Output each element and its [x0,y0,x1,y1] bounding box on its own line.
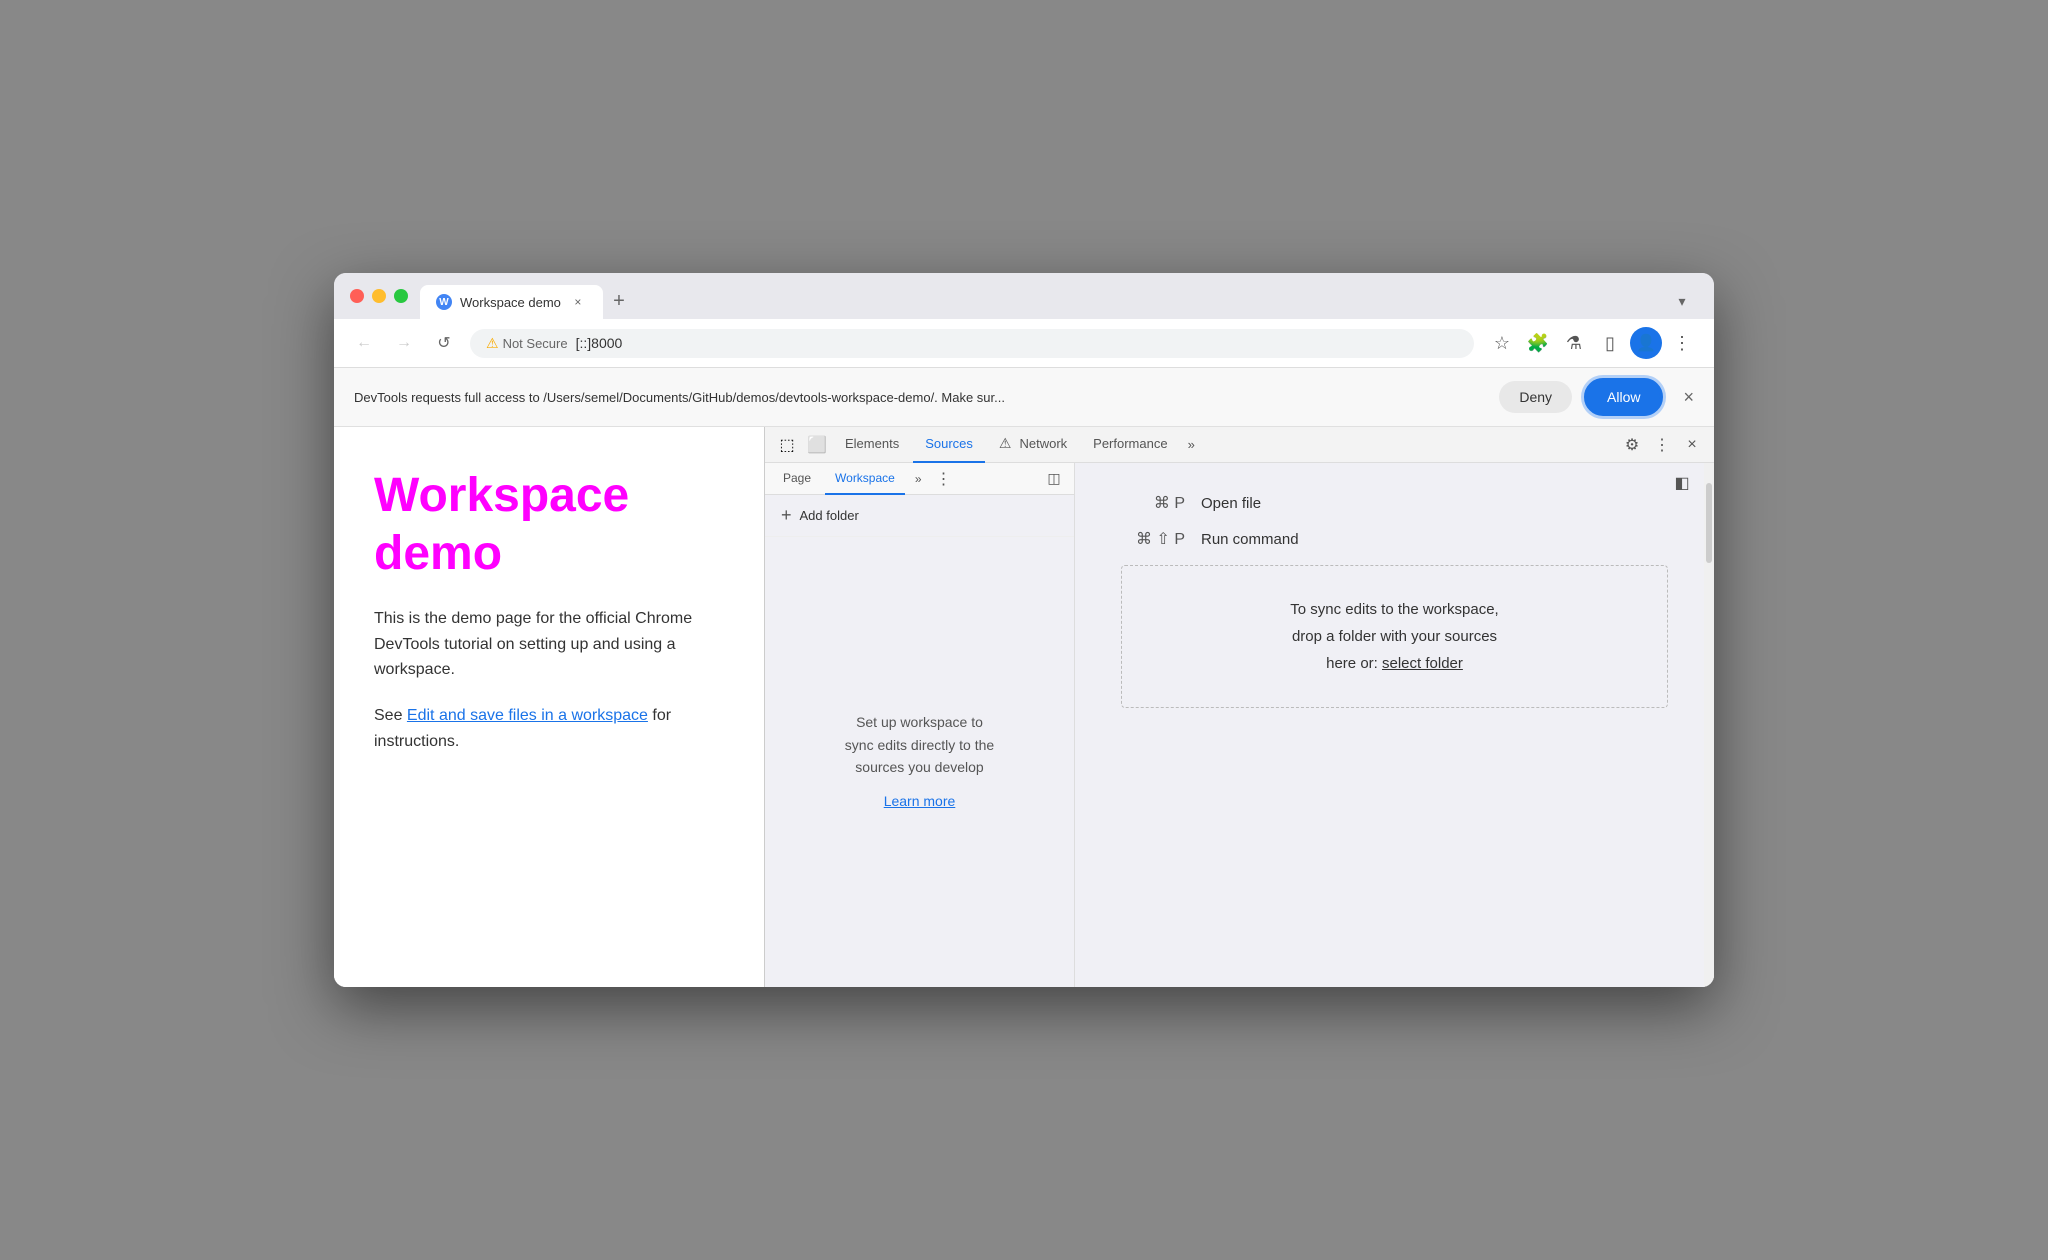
learn-more-link[interactable]: Learn more [884,790,956,812]
toolbar-icons: ☆ 🧩 ⚗ ▯ 👤 ⋮ [1486,327,1698,359]
minimize-traffic-light[interactable] [372,289,386,303]
inspect-element-icon[interactable]: ⬚ [773,431,801,459]
bookmark-icon[interactable]: ☆ [1486,327,1518,359]
tab-elements[interactable]: Elements [833,427,911,463]
add-icon: + [781,505,792,526]
main-content: Workspace demo This is the demo page for… [334,427,1714,987]
devtools-close-button[interactable]: × [1678,431,1706,459]
forward-button[interactable]: → [390,329,418,357]
panel-toggle-icon[interactable]: ◫ [1042,467,1066,491]
select-folder-link[interactable]: select folder [1382,655,1463,672]
shortcut-run-command-action: Run command [1201,531,1299,548]
drop-zone-line3: here or: select folder [1142,650,1647,677]
workspace-link[interactable]: Edit and save files in a workspace [407,707,648,724]
new-tab-button[interactable]: + [603,285,635,317]
labs-icon[interactable]: ⚗ [1558,327,1590,359]
subtab-page[interactable]: Page [773,463,821,495]
more-tabs-button[interactable]: » [1182,427,1201,463]
devtools-right-panel: ⌘ P Open file ⌘ ⇧ P Run command To sync … [1075,463,1714,987]
traffic-lights [350,289,408,315]
shortcut-run-command-keys: ⌘ ⇧ P [1105,529,1185,549]
subtab-more-button[interactable]: » [909,463,928,495]
device-mode-icon[interactable]: ⬜ [803,431,831,459]
page-title: Workspace demo [374,467,724,582]
address-bar: ← → ↺ ⚠ Not Secure [::]8000 ☆ 🧩 ⚗ ▯ 👤 ⋮ [334,319,1714,368]
devtools-subtabs-bar: Page Workspace » ⋮ ◫ [765,463,1074,495]
tab-network[interactable]: ⚠ Network [987,427,1079,463]
scrollbar-thumb[interactable] [1706,483,1712,563]
right-panel-toggle[interactable]: ◧ [1670,471,1694,495]
shortcut-open-file-keys: ⌘ P [1105,493,1185,513]
tab-close-button[interactable]: × [569,293,587,311]
browser-window: W Workspace demo × + ▾ ← → ↺ ⚠ Not Secur… [334,273,1714,987]
devtools-panel: ⬚ ⬜ Elements Sources ⚠ Network Performan… [764,427,1714,987]
permission-close-button[interactable]: × [1683,387,1694,408]
maximize-traffic-light[interactable] [394,289,408,303]
subtab-kebab-button[interactable]: ⋮ [932,467,956,491]
devtools-tabs-bar: ⬚ ⬜ Elements Sources ⚠ Network Performan… [765,427,1714,463]
back-button[interactable]: ← [350,329,378,357]
not-secure-label: Not Secure [503,336,568,351]
shortcut-open-file-action: Open file [1201,495,1261,512]
workspace-info-panel: Set up workspace to sync edits directly … [765,537,1074,987]
shortcut-open-file: ⌘ P Open file [1105,493,1684,513]
tab-favicon: W [436,294,452,310]
browser-tab[interactable]: W Workspace demo × [420,285,603,319]
drop-zone-line1: To sync edits to the workspace, [1142,596,1647,623]
warning-icon: ⚠ [486,335,499,352]
add-folder-label: Add folder [800,508,859,523]
close-traffic-light[interactable] [350,289,364,303]
url-bar[interactable]: ⚠ Not Secure [::]8000 [470,329,1474,358]
page-body-1: This is the demo page for the official C… [374,606,724,683]
devtools-body: Page Workspace » ⋮ ◫ + Add folder [765,463,1714,987]
tab-performance[interactable]: Performance [1081,427,1179,463]
tab-title: Workspace demo [460,295,561,310]
url-warning: ⚠ Not Secure [486,335,568,352]
tabs-bar: W Workspace demo × + ▾ [420,285,1698,319]
tabs-menu-chevron[interactable]: ▾ [1666,285,1698,317]
devtools-right-content: ⌘ P Open file ⌘ ⇧ P Run command To sync … [1075,463,1714,754]
page-content: Workspace demo This is the demo page for… [334,427,764,987]
drop-zone-line2: drop a folder with your sources [1142,623,1647,650]
scrollbar[interactable] [1704,463,1714,987]
devtools-left-panel: Page Workspace » ⋮ ◫ + Add folder [765,463,1075,987]
workspace-info-text: Set up workspace to sync edits directly … [845,711,994,778]
shortcut-run-command: ⌘ ⇧ P Run command [1105,529,1684,549]
subtab-workspace[interactable]: Workspace [825,463,905,495]
url-text: [::]8000 [576,335,623,351]
menu-icon[interactable]: ⋮ [1666,327,1698,359]
permission-bar: DevTools requests full access to /Users/… [334,368,1714,427]
allow-button[interactable]: Allow [1584,378,1663,416]
network-warning-icon: ⚠ [999,435,1012,452]
permission-message: DevTools requests full access to /Users/… [354,390,1487,405]
drop-zone: To sync edits to the workspace, drop a f… [1121,565,1668,708]
extension-icon[interactable]: 🧩 [1522,327,1554,359]
title-bar: W Workspace demo × + ▾ [334,273,1714,319]
add-folder-button[interactable]: + Add folder [765,495,1074,537]
sidebar-icon[interactable]: ▯ [1594,327,1626,359]
page-body-2: See Edit and save files in a workspace f… [374,703,724,754]
devtools-kebab-menu[interactable]: ⋮ [1648,431,1676,459]
tab-sources[interactable]: Sources [913,427,985,463]
devtools-settings-icon[interactable]: ⚙ [1618,431,1646,459]
deny-button[interactable]: Deny [1499,381,1572,413]
profile-icon[interactable]: 👤 [1630,327,1662,359]
reload-button[interactable]: ↺ [430,329,458,357]
see-text: See [374,707,407,724]
